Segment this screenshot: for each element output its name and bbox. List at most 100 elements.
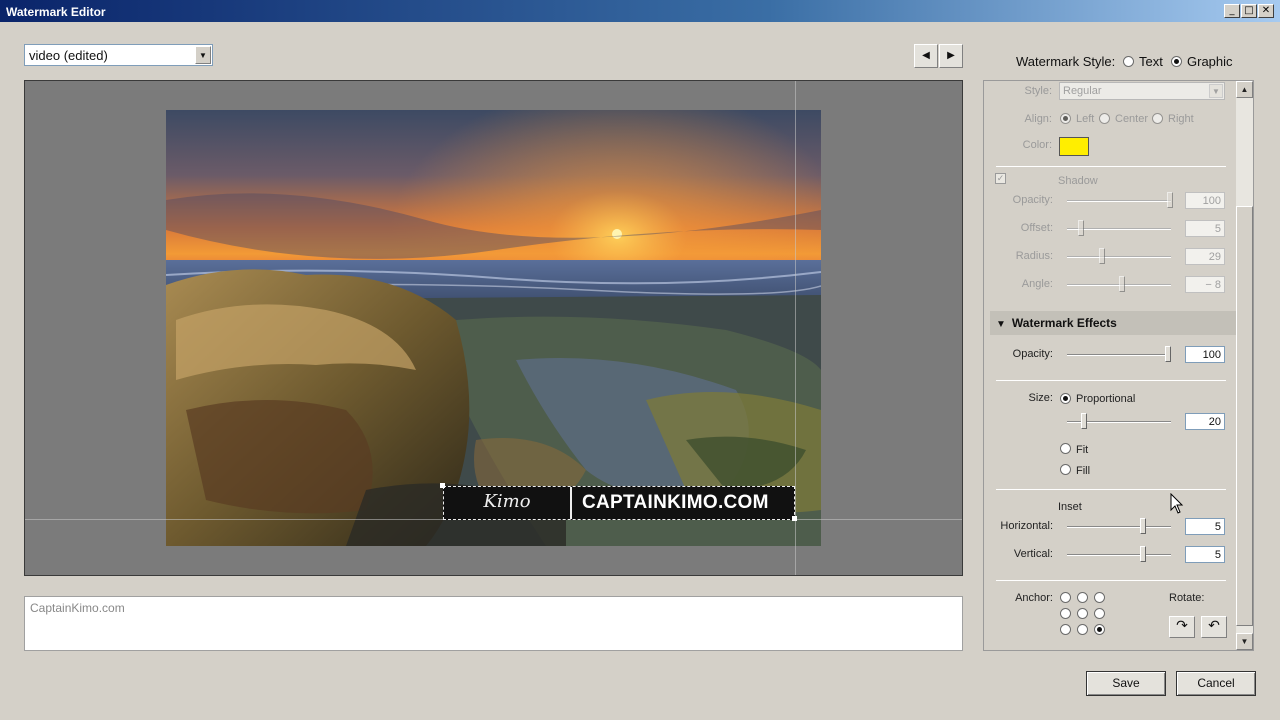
preview-area: Kimo CAPTAINKIMO.COM bbox=[24, 80, 963, 576]
triangle-right-icon: ▶ bbox=[947, 50, 955, 61]
size-field[interactable]: 20 bbox=[1185, 413, 1225, 430]
preset-value: video (edited) bbox=[29, 48, 108, 63]
divider bbox=[996, 489, 1226, 490]
effects-opacity-label: Opacity: bbox=[1012, 348, 1053, 360]
anchor-center-radio[interactable] bbox=[1077, 608, 1088, 619]
size-fit-radio[interactable] bbox=[1060, 443, 1071, 454]
watermark-style-label: Watermark Style: bbox=[1016, 54, 1116, 69]
vertical-field[interactable]: 5 bbox=[1185, 546, 1225, 563]
anchor-top-right-radio[interactable] bbox=[1094, 592, 1105, 603]
style-label: Style: bbox=[1024, 85, 1052, 97]
shadow-radius-field[interactable]: 29 bbox=[1185, 248, 1225, 265]
shadow-offset-label: Offset: bbox=[1020, 222, 1053, 234]
horizontal-slider[interactable] bbox=[1140, 518, 1146, 534]
vertical-track[interactable] bbox=[1067, 554, 1171, 556]
shadow-offset-slider[interactable] bbox=[1078, 220, 1084, 236]
shadow-offset-field[interactable]: 5 bbox=[1185, 220, 1225, 237]
color-label: Color: bbox=[1022, 139, 1052, 151]
previous-button[interactable]: ◀ bbox=[914, 44, 938, 68]
vertical-guide-line bbox=[795, 81, 796, 575]
size-slider[interactable] bbox=[1081, 413, 1087, 429]
scroll-thumb[interactable] bbox=[1236, 206, 1253, 626]
divider bbox=[996, 580, 1226, 581]
divider bbox=[996, 380, 1226, 381]
shadow-label: Shadow bbox=[1058, 175, 1098, 187]
effects-opacity-track[interactable] bbox=[1067, 354, 1171, 356]
anchor-bottom-right-radio[interactable] bbox=[1094, 624, 1105, 635]
anchor-bottom-left-radio[interactable] bbox=[1060, 624, 1071, 635]
cancel-button[interactable]: Cancel bbox=[1176, 671, 1256, 696]
panel-scrollbar[interactable]: ▲ ▼ bbox=[1236, 81, 1253, 650]
rotate-clockwise-icon: ↷ bbox=[1176, 618, 1188, 634]
preset-dropdown[interactable]: video (edited) ▼ bbox=[24, 44, 213, 66]
align-right-label: Right bbox=[1168, 113, 1194, 125]
save-button[interactable]: Save bbox=[1086, 671, 1166, 696]
mouse-cursor-icon bbox=[1170, 492, 1184, 518]
style-graphic-label: Graphic bbox=[1187, 54, 1233, 69]
align-left-radio[interactable] bbox=[1060, 113, 1071, 124]
preview-photo bbox=[166, 110, 821, 546]
watermark-overlay[interactable]: Kimo CAPTAINKIMO.COM bbox=[443, 486, 795, 520]
shadow-radius-slider[interactable] bbox=[1099, 248, 1105, 264]
triangle-left-icon: ◀ bbox=[922, 50, 930, 61]
shadow-radius-track[interactable] bbox=[1067, 256, 1171, 258]
anchor-top-center-radio[interactable] bbox=[1077, 592, 1088, 603]
rotate-counterclockwise-button[interactable]: ↶ bbox=[1201, 616, 1227, 638]
shadow-opacity-slider[interactable] bbox=[1167, 192, 1173, 208]
minimize-icon[interactable]: _ bbox=[1224, 4, 1240, 18]
close-icon[interactable]: ✕ bbox=[1258, 4, 1274, 18]
next-button[interactable]: ▶ bbox=[939, 44, 963, 68]
size-label: Size: bbox=[1028, 392, 1053, 404]
effects-opacity-slider[interactable] bbox=[1165, 346, 1171, 362]
align-left-label: Left bbox=[1076, 113, 1095, 125]
shadow-checkbox[interactable]: ✓ bbox=[995, 173, 1006, 184]
rotate-label: Rotate: bbox=[1169, 592, 1205, 604]
shadow-opacity-label: Opacity: bbox=[1012, 194, 1053, 206]
divider bbox=[996, 166, 1226, 167]
size-fit-label: Fit bbox=[1076, 444, 1089, 456]
rotate-counterclockwise-icon: ↶ bbox=[1208, 618, 1220, 634]
size-proportional-label: Proportional bbox=[1076, 393, 1136, 405]
horizontal-field[interactable]: 5 bbox=[1185, 518, 1225, 535]
anchor-label: Anchor: bbox=[1015, 592, 1053, 604]
effects-opacity-field[interactable]: 100 bbox=[1185, 346, 1225, 363]
anchor-top-left-radio[interactable] bbox=[1060, 592, 1071, 603]
align-right-radio[interactable] bbox=[1152, 113, 1163, 124]
shadow-angle-field[interactable]: − 8 bbox=[1185, 276, 1225, 293]
signature-logo: Kimo bbox=[444, 487, 572, 519]
resize-handle[interactable] bbox=[440, 483, 445, 488]
anchor-middle-left-radio[interactable] bbox=[1060, 608, 1071, 619]
shadow-opacity-track[interactable] bbox=[1067, 200, 1171, 202]
style-text-label: Text bbox=[1139, 54, 1163, 69]
style-text-radio[interactable] bbox=[1123, 56, 1134, 67]
title-bar: Watermark Editor bbox=[0, 0, 1280, 22]
chevron-down-icon: ▼ bbox=[1209, 84, 1223, 98]
style-graphic-radio[interactable] bbox=[1171, 56, 1182, 67]
size-proportional-radio[interactable] bbox=[1060, 393, 1071, 404]
shadow-angle-slider[interactable] bbox=[1119, 276, 1125, 292]
size-fill-label: Fill bbox=[1076, 465, 1091, 477]
scroll-down-icon[interactable]: ▼ bbox=[1236, 633, 1253, 650]
watermark-text-input[interactable]: CaptainKimo.com bbox=[24, 596, 963, 651]
anchor-bottom-center-radio[interactable] bbox=[1077, 624, 1088, 635]
shadow-angle-label: Angle: bbox=[1021, 278, 1053, 290]
vertical-label: Vertical: bbox=[1013, 548, 1053, 560]
anchor-middle-right-radio[interactable] bbox=[1094, 608, 1105, 619]
window-title: Watermark Editor bbox=[6, 5, 106, 19]
shadow-radius-label: Radius: bbox=[1015, 250, 1053, 262]
vertical-slider[interactable] bbox=[1140, 546, 1146, 562]
align-center-label: Center bbox=[1115, 113, 1149, 125]
watermark-effects-header[interactable]: ▼ Watermark Effects bbox=[990, 311, 1236, 335]
scroll-up-icon[interactable]: ▲ bbox=[1236, 81, 1253, 98]
font-style-dropdown[interactable]: Regular ▼ bbox=[1059, 82, 1225, 100]
horizontal-label: Horizontal: bbox=[1000, 520, 1053, 532]
chevron-down-icon[interactable]: ▼ bbox=[195, 46, 211, 64]
size-fill-radio[interactable] bbox=[1060, 464, 1071, 475]
rotate-clockwise-button[interactable]: ↷ bbox=[1169, 616, 1195, 638]
shadow-opacity-field[interactable]: 100 bbox=[1185, 192, 1225, 209]
color-swatch[interactable] bbox=[1059, 137, 1089, 156]
align-center-radio[interactable] bbox=[1099, 113, 1110, 124]
resize-handle[interactable] bbox=[792, 516, 797, 521]
horizontal-track[interactable] bbox=[1067, 526, 1171, 528]
maximize-icon[interactable]: □ bbox=[1241, 4, 1257, 18]
